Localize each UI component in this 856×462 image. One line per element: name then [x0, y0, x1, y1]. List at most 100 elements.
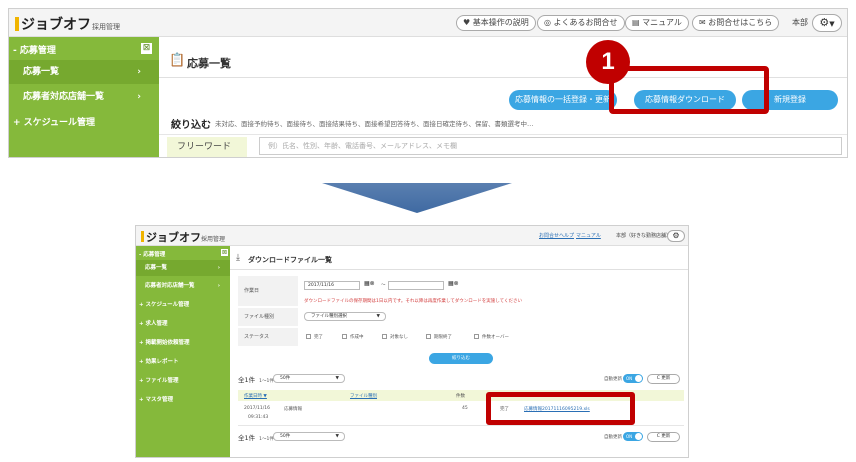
- basic-operation-link[interactable]: ♥ 基本操作の説明: [456, 15, 536, 31]
- per-page-value: 50件: [280, 376, 291, 381]
- filter-statuses: 未対応、面接予約待ち、面接待ち、面接結果待ち、面接希望回答待ち、面接日確定待ち、…: [215, 120, 534, 128]
- date-label: 作業日: [238, 276, 298, 306]
- sidebar-item-applications[interactable]: - 応募管理: [136, 250, 230, 258]
- logo-text: ジョブオフ: [146, 231, 201, 244]
- row-count: 45: [462, 406, 468, 411]
- per-page-value: 50件: [280, 434, 291, 439]
- filter-label[interactable]: 絞り込む: [171, 116, 211, 131]
- sidebar-item-label: 応募者対応店舗一覧: [23, 92, 105, 102]
- auto-update-label: 自動更新: [604, 435, 622, 440]
- download-file-highlight: [486, 392, 635, 425]
- app-logo[interactable]: ジョブオフ採用管理: [15, 14, 120, 34]
- sidebar-item-label: + 効果レポート: [139, 359, 179, 365]
- sidebar-item-application-list[interactable]: 応募一覧 ›: [136, 260, 230, 276]
- settings-menu-button[interactable]: ⚙: [667, 230, 685, 242]
- status-checkbox-expired[interactable]: 期限終了: [426, 334, 452, 340]
- sidebar-item-jobs[interactable]: + 求人管理: [136, 319, 230, 327]
- checkbox-label: 作成中: [350, 335, 364, 340]
- collapse-icon[interactable]: ⊠: [221, 249, 228, 256]
- download-icon: ⤓: [236, 253, 240, 263]
- checkbox[interactable]: [342, 334, 347, 339]
- sidebar-item-posting-requests[interactable]: + 掲載開始依頼管理: [136, 338, 230, 346]
- sidebar-item-label: + スケジュール管理: [13, 118, 96, 128]
- collapse-icon[interactable]: ⊠: [141, 43, 152, 54]
- auto-update-toggle[interactable]: ON: [623, 374, 643, 383]
- auto-update-toggle-bottom[interactable]: ON: [623, 432, 643, 441]
- status-checkbox-over[interactable]: 件数オーバー: [474, 334, 509, 340]
- sidebar-item-application-list[interactable]: 応募一覧 ›: [9, 60, 159, 84]
- freeword-row: フリーワード 例）氏名、性別、年齢、電話番号、メールアドレス、メモ欄: [159, 134, 847, 157]
- row-time: 09:31:43: [248, 415, 269, 420]
- status-checkbox-complete[interactable]: 完了: [306, 334, 323, 340]
- file-type-label: ファイル種別: [238, 308, 298, 326]
- freeword-input[interactable]: 例）氏名、性別、年齢、電話番号、メールアドレス、メモ欄: [259, 137, 842, 155]
- divider: [230, 269, 688, 270]
- page-title: ダウンロードファイル一覧: [248, 256, 332, 264]
- checkbox[interactable]: [474, 334, 479, 339]
- per-page-select[interactable]: 50件 ▼: [273, 374, 345, 383]
- logo-text: ジョブオフ: [21, 17, 91, 33]
- contact-link[interactable]: ✉ お問合せはこちら: [692, 15, 780, 31]
- checkbox[interactable]: [382, 334, 387, 339]
- gear-icon: ⚙: [672, 231, 680, 240]
- date-separator: ～: [381, 283, 386, 288]
- count-total: 全1件: [238, 376, 256, 384]
- checkbox[interactable]: [306, 334, 311, 339]
- checkbox-label: 対象なし: [390, 335, 408, 340]
- row-file-type: 応募情報: [284, 407, 302, 412]
- sidebar-item-applications[interactable]: - 応募管理: [9, 43, 159, 56]
- sidebar-item-label: 応募者対応店舗一覧: [145, 283, 195, 289]
- chevron-right-icon: ›: [217, 283, 220, 289]
- sidebar-item-label: - 応募管理: [13, 46, 56, 56]
- manual-link[interactable]: ▤ マニュアル: [625, 15, 689, 31]
- manual-link[interactable]: マニュアル: [576, 232, 601, 239]
- chevron-right-icon: ›: [217, 265, 220, 271]
- user-name: 本部（好きな勤務店舗）: [616, 233, 672, 239]
- refresh-button[interactable]: C 更新: [647, 374, 680, 384]
- sidebar-item-store-list[interactable]: 応募者対応店舗一覧 ›: [136, 278, 230, 294]
- filter-button[interactable]: 絞り込む: [429, 353, 493, 364]
- sidebar-item-schedule[interactable]: + スケジュール管理: [9, 111, 159, 135]
- checkbox-label: 期限終了: [434, 335, 452, 340]
- date-to-input[interactable]: [388, 281, 444, 290]
- sidebar-item-files[interactable]: + ファイル管理: [136, 376, 230, 384]
- faq-link[interactable]: ◎ よくあるお問合せ: [537, 15, 625, 31]
- app-header: ジョブオフ採用管理 ♥ 基本操作の説明 ◎ よくあるお問合せ ▤ マニュアル ✉…: [9, 9, 847, 37]
- page-title: 応募一覧: [187, 57, 231, 70]
- sidebar: - 応募管理 ⊠ 応募一覧 › 応募者対応店舗一覧 › + スケジュール管理 + 求…: [136, 246, 230, 457]
- sidebar-item-label: + ファイル管理: [139, 378, 179, 384]
- status-checkbox-none[interactable]: 対象なし: [382, 334, 408, 340]
- app-logo[interactable]: ジョブオフ採用管理: [141, 229, 225, 245]
- sidebar-item-label: + 掲載開始依頼管理: [139, 340, 190, 346]
- file-type-value: ファイル種別選択: [311, 314, 347, 319]
- per-page-select-bottom[interactable]: 50件 ▼: [273, 432, 345, 441]
- checkbox[interactable]: [426, 334, 431, 339]
- calendar-icon[interactable]: ▦⊗: [448, 280, 459, 287]
- logo-sub: 採用管理: [92, 23, 120, 31]
- step-badge: 1: [586, 40, 630, 84]
- status-checkbox-creating[interactable]: 作成中: [342, 334, 364, 340]
- settings-menu-button[interactable]: ⚙▼: [812, 14, 842, 32]
- sidebar-item-store-list[interactable]: 応募者対応店舗一覧 ›: [9, 85, 159, 109]
- sidebar-item-schedule[interactable]: + スケジュール管理: [136, 300, 230, 308]
- sidebar-item-label: + スケジュール管理: [139, 302, 190, 308]
- row-date: 2017/11/16: [244, 406, 270, 411]
- app-header: ジョブオフ採用管理 お問合せ ヘルプ マニュアル 本部（好きな勤務店舗） ⚙: [136, 226, 688, 246]
- help-link[interactable]: ヘルプ: [559, 232, 574, 239]
- count-total: 全1件: [238, 434, 256, 442]
- refresh-button-bottom[interactable]: C 更新: [647, 432, 680, 442]
- gear-icon: ⚙: [819, 16, 830, 29]
- column-file-type[interactable]: ファイル種別: [350, 393, 377, 399]
- bulk-register-button[interactable]: 応募情報の一括登録・更新: [509, 90, 617, 110]
- status-label: ステータス: [238, 328, 298, 346]
- date-from-input[interactable]: 2017/11/16: [304, 281, 360, 290]
- column-date[interactable]: 作業日時 ▼: [244, 393, 267, 399]
- file-type-select[interactable]: ファイル種別選択 ▼: [304, 312, 386, 321]
- contact-link[interactable]: お問合せ: [539, 232, 559, 239]
- sidebar-item-label: + 求人管理: [139, 321, 168, 327]
- sidebar-item-reports[interactable]: + 効果レポート: [136, 357, 230, 365]
- chevron-down-icon: ▼: [376, 314, 380, 319]
- calendar-icon[interactable]: ▦⊗: [364, 280, 375, 287]
- sidebar-item-label: + マスタ管理: [139, 397, 174, 403]
- sidebar-item-master[interactable]: + マスタ管理: [136, 395, 230, 403]
